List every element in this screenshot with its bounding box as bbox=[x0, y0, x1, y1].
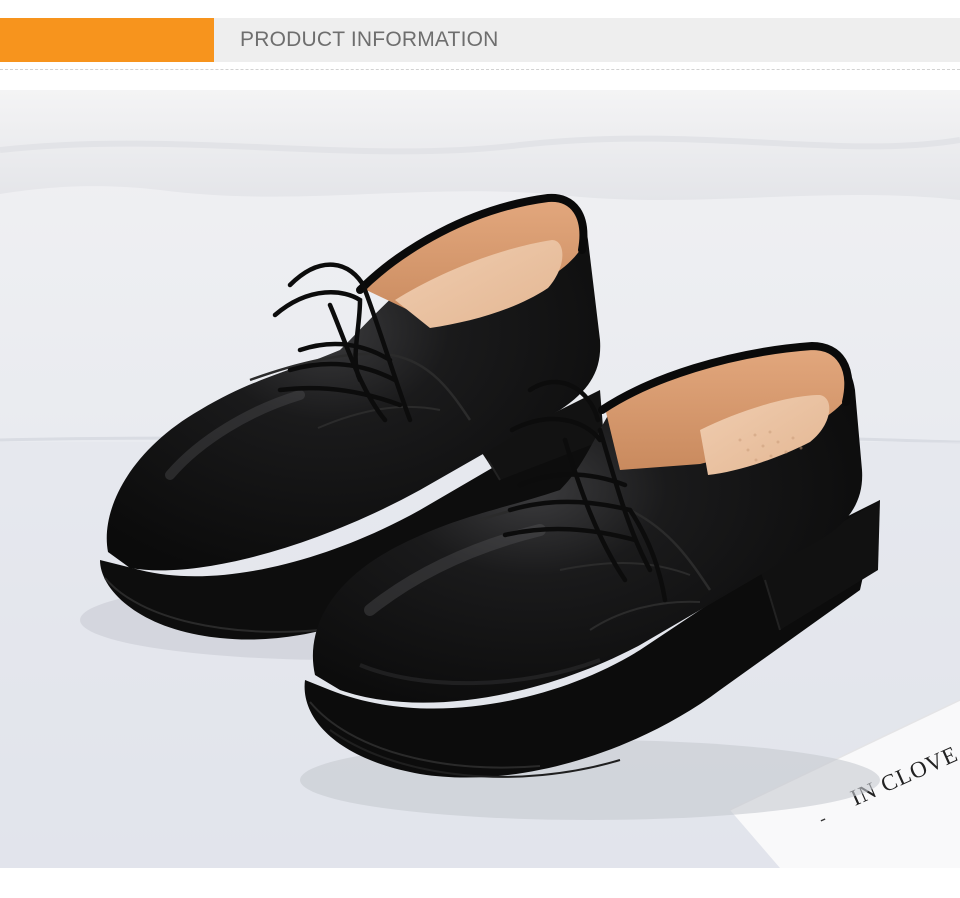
section-divider bbox=[0, 69, 960, 70]
section-header: PRODUCT INFORMATION bbox=[0, 18, 960, 62]
section-title: PRODUCT INFORMATION bbox=[240, 28, 499, 51]
header-accent-block bbox=[0, 18, 214, 62]
product-photo: IN CLOVE - bbox=[0, 90, 960, 868]
bottom-margin bbox=[0, 868, 960, 898]
